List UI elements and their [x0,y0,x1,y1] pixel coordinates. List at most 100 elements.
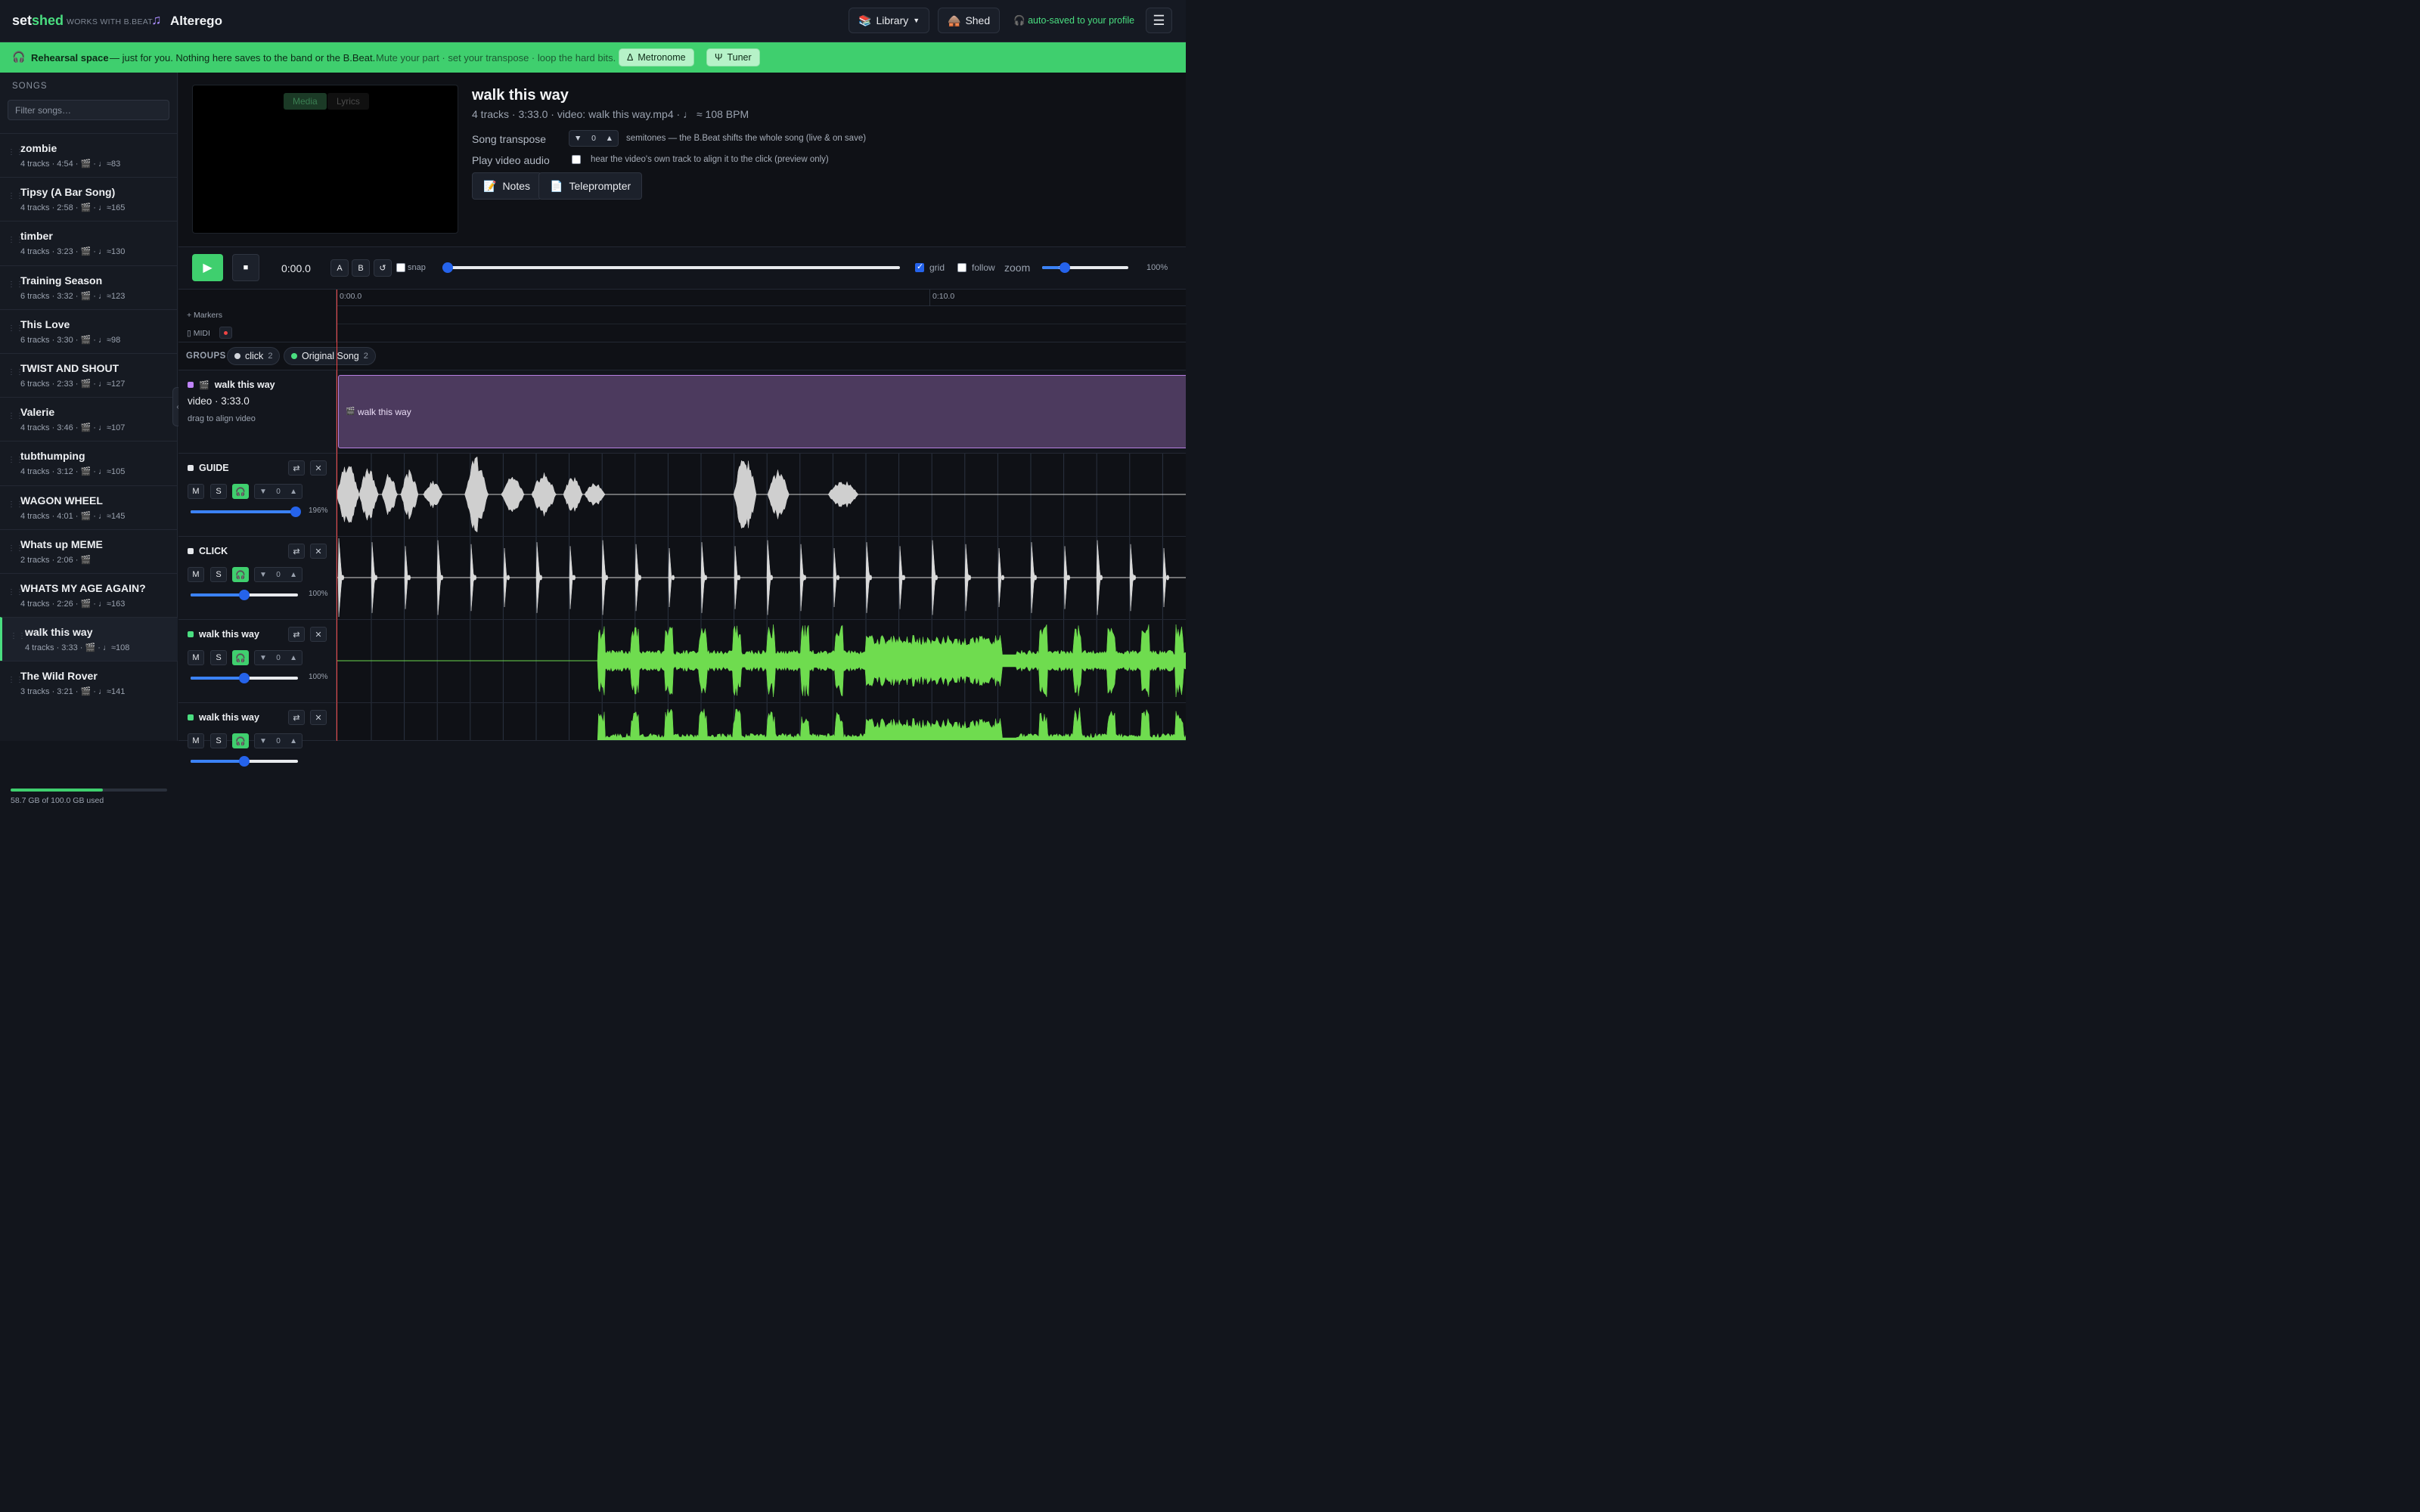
position-slider-knob[interactable] [442,262,453,273]
drag-handle-icon[interactable]: ⋮⋮ [8,588,23,596]
mute-button[interactable]: M [188,567,204,582]
mute-button[interactable]: M [188,650,204,665]
shed-button[interactable]: 🛖 Shed [938,8,1001,33]
song-list-item[interactable]: ⋮⋮ The Wild Rover 3 tracks · 3:21 · 🎬 · ♩≈… [0,661,178,705]
marker-lane[interactable] [336,306,1187,342]
down-arrow-icon[interactable]: ▼ [259,488,267,496]
swap-track-button[interactable]: ⇄ [288,710,305,725]
solo-button[interactable]: S [210,567,227,582]
up-arrow-icon[interactable]: ▲ [290,654,297,662]
monitor-button[interactable]: 🎧 [232,484,249,499]
volume-slider[interactable] [191,590,298,600]
down-arrow-icon[interactable]: ▼ [259,654,267,662]
follow-checkbox[interactable] [957,263,966,272]
down-arrow-icon[interactable]: ▼ [574,134,582,143]
timeline-ruler[interactable]: 0:00.0 0:10.0 [336,290,1186,306]
song-list-item[interactable]: ⋮⋮ Valerie 4 tracks · 3:46 · 🎬 · ♩≈107 [0,397,178,441]
midi-record-button[interactable] [219,327,232,339]
video-clip[interactable]: 🎬 walk this way [338,375,1186,448]
up-arrow-icon[interactable]: ▲ [290,488,297,496]
volume-slider[interactable] [191,756,298,767]
teleprompter-button[interactable]: 📄 Teleprompter [538,172,643,200]
loop-a-button[interactable]: A [330,259,349,277]
drag-handle-icon[interactable]: ⋮⋮ [8,413,23,420]
song-list-item[interactable]: ⋮⋮ tubthumping 4 tracks · 3:12 · 🎬 · ♩≈105 [0,441,178,485]
track-waveform-lane[interactable] [336,703,1186,741]
monitor-button[interactable]: 🎧 [232,567,249,582]
track-waveform-lane[interactable] [336,620,1186,703]
solo-button[interactable]: S [210,650,227,665]
play-button[interactable]: ▶ [192,254,223,281]
track-transpose-stepper[interactable]: ▼ 0 ▲ [254,733,302,748]
zoom-slider-knob[interactable] [1059,262,1070,273]
drag-handle-icon[interactable]: ⋮⋮ [8,677,23,684]
volume-slider-knob[interactable] [290,507,302,517]
stop-button[interactable]: ■ [232,254,259,281]
down-arrow-icon[interactable]: ▼ [259,737,267,745]
drag-handle-icon[interactable]: ⋮⋮ [8,368,23,376]
up-arrow-icon[interactable]: ▲ [290,571,297,579]
tab-lyrics[interactable]: Lyrics [327,93,369,110]
solo-button[interactable]: S [210,484,227,499]
volume-slider-knob[interactable] [239,673,250,683]
group-chip-original-song[interactable]: Original Song 2 [284,347,376,365]
song-list-item[interactable]: ⋮⋮ timber 4 tracks · 3:23 · 🎬 · ♩≈130 [0,221,178,265]
notes-button[interactable]: 📝 Notes [472,172,542,200]
drag-handle-icon[interactable]: ⋮⋮ [8,237,23,244]
app-logo[interactable]: setshed [12,13,64,29]
swap-track-button[interactable]: ⇄ [288,627,305,642]
solo-button[interactable]: S [210,733,227,748]
drag-handle-icon[interactable]: ⋮⋮ [8,193,23,200]
drag-handle-icon[interactable]: ⋮⋮ [8,324,23,332]
song-list-item[interactable]: ⋮⋮ Whats up MEME 2 tracks · 2:06 · 🎬 [0,528,178,573]
loop-reset-button[interactable]: ↺ [374,259,392,277]
song-list-item[interactable]: ⋮⋮ walk this way 4 tracks · 3:33 · 🎬 · ♩≈1… [0,617,178,662]
track-waveform-lane[interactable] [336,454,1186,537]
remove-track-button[interactable]: ✕ [310,460,327,476]
zoom-slider[interactable] [1042,262,1128,273]
song-list-item[interactable]: ⋮⋮ Training Season 6 tracks · 3:32 · 🎬 · ♩… [0,265,178,309]
loop-b-button[interactable]: B [352,259,370,277]
song-list-item[interactable]: ⋮⋮ This Love 6 tracks · 3:30 · 🎬 · ♩≈98 [0,308,178,353]
position-slider[interactable] [442,262,900,273]
snap-checkbox[interactable] [396,263,405,272]
volume-slider-knob[interactable] [239,756,250,767]
mute-button[interactable]: M [188,484,204,499]
swap-track-button[interactable]: ⇄ [288,460,305,476]
group-chip-click[interactable]: click 2 [227,347,281,365]
drag-handle-icon[interactable]: ⋮⋮ [8,149,23,156]
song-list-item[interactable]: ⋮⋮ zombie 4 tracks · 4:54 · 🎬 · ♩≈83 [0,133,178,177]
drag-handle-icon[interactable]: ⋮⋮ [8,457,23,464]
song-filter-input[interactable]: Filter songs… [8,100,169,120]
up-arrow-icon[interactable]: ▲ [290,737,297,745]
tuner-button[interactable]: Ψ Tuner [706,48,760,67]
song-list-item[interactable]: ⋮⋮ WAGON WHEEL 4 tracks · 4:01 · 🎬 · ♩≈145 [0,485,178,529]
monitor-button[interactable]: 🎧 [232,650,249,665]
volume-slider[interactable] [191,507,302,517]
mute-button[interactable]: M [188,733,204,748]
song-list-item[interactable]: ⋮⋮ Tipsy (A Bar Song) 4 tracks · 2:58 · 🎬 … [0,177,178,221]
track-waveform-lane[interactable] [336,537,1186,620]
song-list-item[interactable]: ⋮⋮ TWIST AND SHOUT 6 tracks · 2:33 · 🎬 · ♩… [0,352,178,397]
volume-slider-knob[interactable] [239,590,250,600]
library-button[interactable]: 📚 Library ▼ [849,8,930,33]
drag-handle-icon[interactable]: ⋮⋮ [10,633,26,640]
track-transpose-stepper[interactable]: ▼ 0 ▲ [254,484,302,499]
track-transpose-stepper[interactable]: ▼ 0 ▲ [254,650,302,665]
video-audio-checkbox[interactable] [572,155,581,164]
metronome-button[interactable]: Δ Metronome [619,48,694,67]
menu-button[interactable]: ☰ [1146,8,1172,33]
drag-handle-icon[interactable]: ⋮⋮ [8,500,23,508]
remove-track-button[interactable]: ✕ [310,627,327,642]
grid-checkbox[interactable] [915,262,924,272]
song-transpose-stepper[interactable]: ▼ 0 ▲ [569,130,619,147]
drag-handle-icon[interactable]: ⋮⋮ [8,544,23,552]
tab-media[interactable]: Media [284,93,327,110]
volume-slider[interactable] [191,673,298,683]
track-transpose-stepper[interactable]: ▼ 0 ▲ [254,567,302,582]
up-arrow-icon[interactable]: ▲ [606,134,613,143]
monitor-button[interactable]: 🎧 [232,733,249,748]
down-arrow-icon[interactable]: ▼ [259,571,267,579]
swap-track-button[interactable]: ⇄ [288,544,305,559]
add-markers-button[interactable]: + Markers [187,311,222,320]
